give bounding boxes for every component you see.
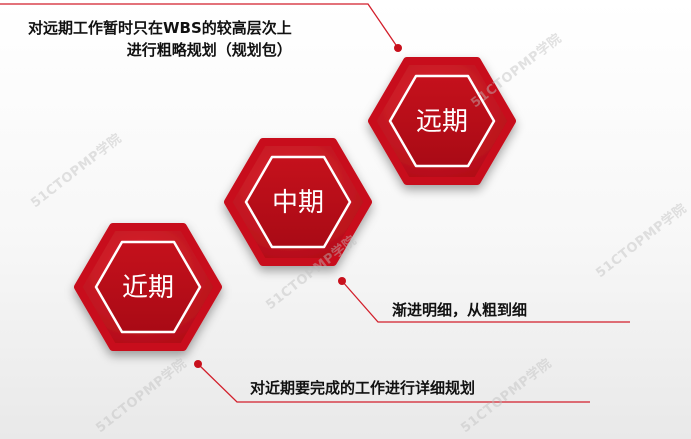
- hexagon-far-label: 远期: [416, 107, 468, 137]
- far-term-caption: 对远期工作暂时只在WBS的较高层次上 进行粗略规划（规划包）: [28, 17, 292, 61]
- timeline-diagram: 近期 中期 远期: [0, 3, 630, 403]
- near-leader-dot: [194, 360, 202, 368]
- far-leader-dot: [394, 44, 402, 52]
- mid-term-caption: 渐进明细，从粗到细: [392, 301, 528, 319]
- mid-leader-dot: [338, 277, 346, 285]
- far-term-caption-line1: 对远期工作暂时只在WBS的较高层次上: [28, 19, 292, 37]
- far-term-caption-line2: 进行粗略规划（规划包）: [126, 41, 292, 59]
- hexagon-near: 近期: [74, 223, 222, 351]
- hexagon-near-label: 近期: [122, 273, 174, 303]
- near-term-caption: 对近期要完成的工作进行详细规划: [250, 379, 476, 397]
- hexagon-mid-label: 中期: [272, 188, 324, 218]
